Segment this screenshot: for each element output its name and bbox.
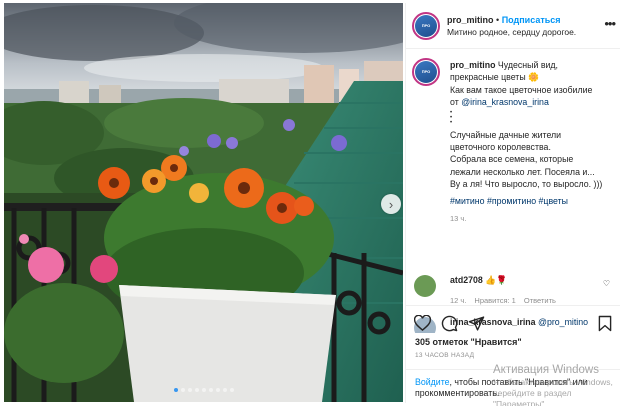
location-subtitle[interactable]: Митино родное, сердцу дорогое. [447,26,576,38]
caption-avatar[interactable]: ПРО [412,58,440,86]
share-icon[interactable] [468,315,485,332]
post-side-panel: ПРО pro_mitino • Подписаться Митино родн… [405,3,620,403]
caption-time: 13 ч. [450,214,467,224]
comment-icon[interactable] [441,315,458,332]
post-time: 13 ЧАСОВ НАЗАД [415,352,475,359]
avatar[interactable]: ПРО [412,11,440,40]
comment-time: 12 ч. [450,296,467,305]
hashtags[interactable]: #митино #промитино #цветы [450,195,612,207]
caption-username[interactable]: pro_mitino [450,60,495,70]
login-link[interactable]: Войдите [415,377,450,387]
more-icon[interactable]: ••• [604,16,616,31]
heart-icon[interactable] [414,315,431,331]
comment-username[interactable]: atd2708 [450,275,483,285]
watermark-line-3: перейдите в раздел "Параметры". [493,388,572,406]
separator-bullet: • [496,14,500,25]
caption-dots: • • • [450,109,453,126]
comment-avatar[interactable] [414,275,436,297]
bookmark-icon[interactable] [598,315,612,332]
windows-activation-watermark: Активация Windows Чтобы активировать Win… [493,364,620,406]
post-caption: ПРО pro_mitino Чудесный вид, прекрасные … [406,49,620,275]
watermark-title: Активация Windows [493,364,599,376]
caption-body: Случайные дачные жители цветочного корол… [450,129,603,190]
post-username[interactable]: pro_mitino [447,15,494,25]
post-photo[interactable]: › [4,3,403,402]
carousel-dots [4,388,403,392]
watermark-line-2: Чтобы активировать Windows, [493,377,613,387]
comment-likes[interactable]: Нравится: 1 [474,296,515,305]
post-header: ПРО pro_mitino • Подписаться Митино родн… [406,3,620,49]
reply-button[interactable]: Ответить [524,296,556,305]
comment-text: 👍🌹 [485,275,508,285]
caption-text: pro_mitino Чудесный вид, прекрасные цвет… [450,59,612,109]
next-arrow-icon[interactable]: › [381,194,401,214]
caption-mention[interactable]: @irina_krasnova_irina [461,97,549,107]
flower-balcony-image [4,3,403,402]
likes-count[interactable]: 305 отметок "Нравится" [406,337,620,347]
comment-heart-icon[interactable]: ♡ [603,279,610,288]
follow-button[interactable]: Подписаться [502,15,561,25]
